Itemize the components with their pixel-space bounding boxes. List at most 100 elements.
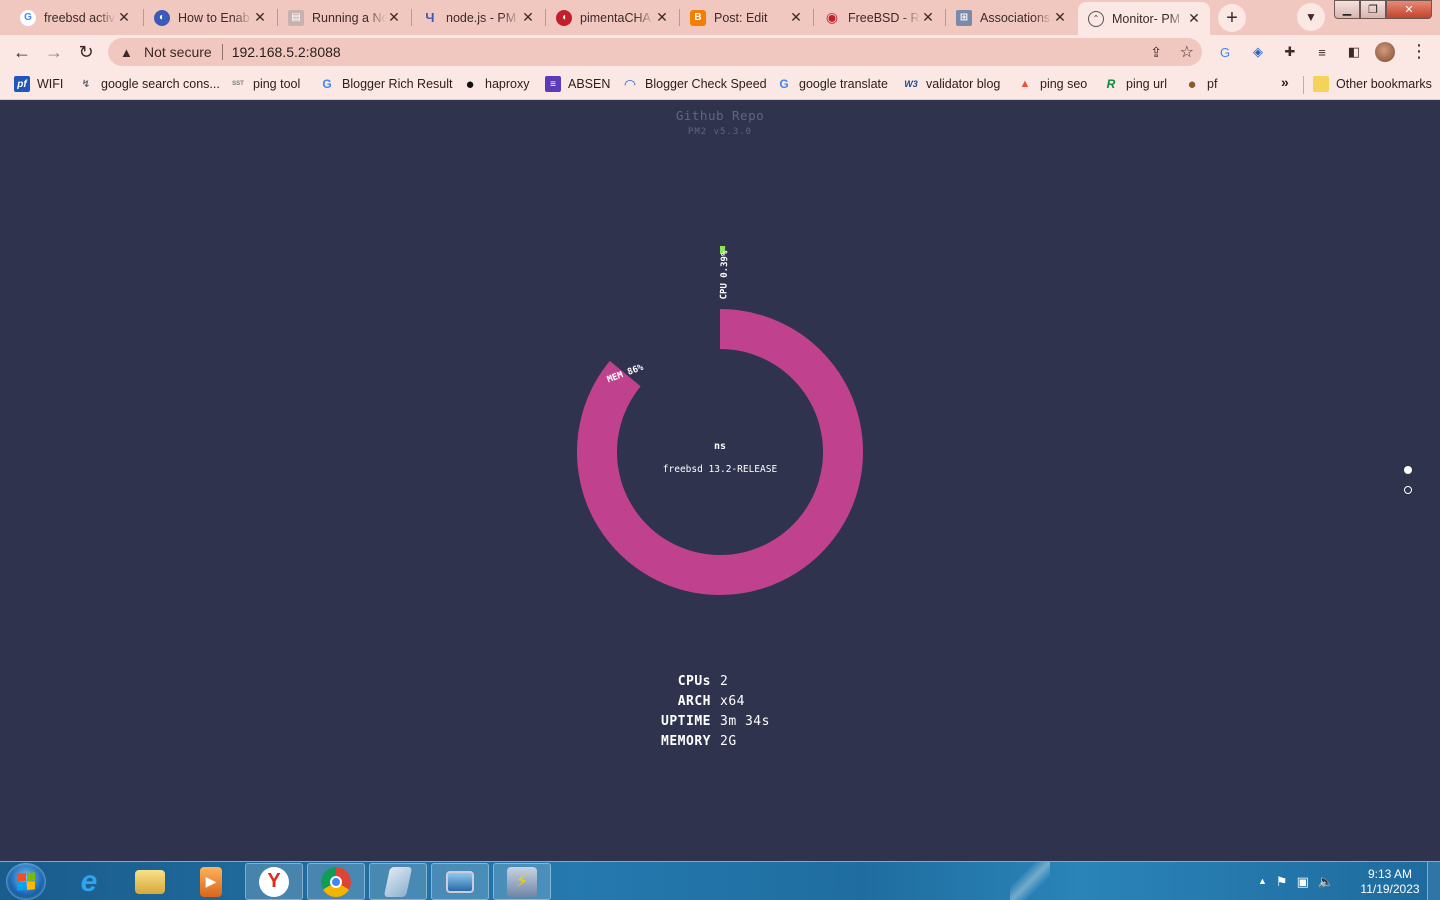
other-bookmarks-folder[interactable]: Other bookmarks (1313, 75, 1432, 93)
google-translate-extension-icon[interactable]: G (1216, 43, 1234, 61)
tab-freebsd-root[interactable]: ◉ FreeBSD - Ro ✕ (814, 2, 944, 33)
close-icon[interactable]: ✕ (1186, 10, 1202, 27)
rocket-icon: ▲ (1019, 78, 1031, 90)
bookmark-label: Blogger Check Speed (645, 77, 767, 91)
network-status-icon[interactable]: ▣ (1297, 874, 1309, 890)
close-icon[interactable]: ✕ (788, 9, 804, 26)
remote-desktop-button[interactable] (431, 863, 489, 900)
plus-icon: + (1226, 6, 1238, 29)
tab-title: FreeBSD - Ro (848, 10, 920, 25)
google-icon: G (322, 77, 332, 91)
translate-icon: G (779, 77, 789, 91)
address-bar[interactable]: ▲ Not secure 192.168.5.2:8088 ⇪ ☆ (108, 38, 1202, 66)
info-value: 3m 34s (720, 714, 770, 729)
action-center-flag-icon[interactable]: ⚑ (1276, 874, 1288, 890)
clock-date: 11/19/2023 (1360, 882, 1420, 896)
profile-avatar[interactable] (1375, 42, 1395, 62)
bookmark-google-search-console[interactable]: ↯ google search cons... (78, 75, 220, 93)
extensions-puzzle-icon[interactable]: ✚ (1281, 43, 1299, 61)
page-dot-active[interactable] (1404, 466, 1412, 474)
close-icon[interactable]: ✕ (920, 9, 936, 26)
close-icon[interactable]: ✕ (1052, 9, 1068, 26)
tab-running-a-node[interactable]: ▤ Running a Nc ✕ (278, 2, 410, 33)
security-label[interactable]: Not secure (144, 44, 212, 60)
notepad-button[interactable] (369, 863, 427, 900)
tab-pimentachat[interactable]: ◖ pimentaCHA ✕ (546, 2, 678, 33)
tab-post-edit[interactable]: B Post: Edit ✕ (680, 2, 812, 33)
bookmark-google-translate[interactable]: G google translate (776, 75, 888, 93)
bookmark-blogger-check-speed[interactable]: ◠ Blogger Check Speed (622, 75, 767, 93)
yandex-browser-button[interactable]: Y (245, 863, 303, 900)
bookmark-pf[interactable]: ● pf (1184, 75, 1217, 93)
url-text[interactable]: 192.168.5.2:8088 (232, 44, 341, 60)
windows-taskbar: e ▶ Y ⚡ ▲ ⚑ ▣ 🔈 9:13 AM 11/19/2023 (0, 861, 1440, 900)
hostname: ns (714, 441, 726, 452)
kebab-menu-icon[interactable]: ⋮ (1410, 41, 1428, 63)
bookmark-wifi[interactable]: pf WIFI (14, 75, 63, 93)
close-icon[interactable]: ✕ (252, 9, 268, 26)
info-key: MEMORY (661, 734, 711, 749)
share-icon[interactable]: ⇪ (1150, 44, 1162, 61)
file-explorer-button[interactable] (121, 863, 179, 900)
yandex-icon: Y (259, 866, 289, 897)
address-divider (221, 44, 223, 60)
close-icon[interactable]: ✕ (654, 9, 670, 26)
bookmark-label: ping url (1126, 77, 1167, 91)
tab-title: Associations (980, 10, 1051, 25)
media-control-icon[interactable]: ≡ (1313, 43, 1331, 61)
tab-search-button[interactable]: ▼ (1297, 3, 1325, 31)
bookmark-ping-seo[interactable]: ▲ ping seo (1017, 75, 1088, 93)
extension-shield-icon[interactable]: ◈ (1249, 43, 1267, 61)
system-tray: ▲ ⚑ ▣ 🔈 (1258, 874, 1334, 890)
chrome-button[interactable] (307, 863, 365, 900)
side-panel-icon[interactable]: ◧ (1345, 43, 1363, 61)
bookmark-validator-blog[interactable]: W3 validator blog (903, 75, 1000, 93)
close-icon[interactable]: ✕ (386, 9, 402, 26)
bookmark-absen[interactable]: ≡ ABSEN (545, 75, 610, 93)
file-explorer-icon (135, 869, 165, 894)
bookmark-ping-url[interactable]: R ping url (1103, 75, 1167, 93)
bookmarks-divider (1303, 76, 1304, 94)
bookmark-ping-tool[interactable]: SST ping tool (230, 75, 300, 93)
media-player-button[interactable]: ▶ (182, 863, 240, 900)
w3c-icon: W3 (904, 79, 918, 89)
internet-explorer-button[interactable]: e (60, 863, 118, 900)
info-row-uptime: UPTIME 3m 34s (600, 712, 840, 732)
tray-expand-icon[interactable]: ▲ (1258, 876, 1267, 890)
bookmark-label: validator blog (926, 77, 1001, 91)
media-player-icon: ▶ (200, 866, 222, 897)
close-icon[interactable]: ✕ (520, 9, 536, 26)
clock-time: 9:13 AM (1367, 867, 1413, 881)
system-info-table: CPUs 2 ARCH x64 UPTIME 3m 34s MEMORY 2G (600, 672, 840, 752)
close-window-button[interactable]: ✕ (1386, 0, 1432, 19)
network-tool-button[interactable]: ⚡ (493, 863, 551, 900)
tab-title: Monitor- PM (1112, 11, 1181, 26)
page-dot-inactive[interactable] (1404, 486, 1412, 494)
tab-nodejs-pm2[interactable]: Ч node.js - PM ✕ (412, 2, 544, 33)
minimize-button[interactable]: ▁ (1334, 0, 1360, 19)
tab-freebsd-activ[interactable]: G freebsd activ ✕ (10, 2, 140, 33)
back-button[interactable]: ← (9, 39, 35, 65)
folder-icon (1313, 76, 1329, 92)
volume-muted-icon[interactable]: 🔈 (1318, 874, 1334, 890)
freebsd-icon: ◉ (825, 9, 839, 25)
bookmark-haproxy[interactable]: ● haproxy (462, 75, 529, 93)
restore-button[interactable]: ❐ (1360, 0, 1386, 19)
bookmark-blogger-rich-result[interactable]: G Blogger Rich Result (319, 75, 452, 93)
tab-how-to-enable[interactable]: ◐ How to Enab ✕ (144, 2, 276, 33)
taskbar-clock[interactable]: 9:13 AM 11/19/2023 (1350, 867, 1430, 897)
forward-button[interactable]: → (41, 39, 67, 65)
tab-title: freebsd activ (44, 10, 115, 25)
info-value: 2 (720, 674, 729, 689)
reload-button[interactable]: ↻ (73, 39, 99, 65)
info-value: 2G (720, 734, 737, 749)
new-tab-button[interactable]: + (1218, 4, 1246, 32)
bookmarks-overflow-button[interactable]: » (1281, 74, 1289, 90)
bookmark-star-icon[interactable]: ☆ (1180, 42, 1194, 62)
start-button[interactable] (6, 863, 46, 900)
close-icon[interactable]: ✕ (116, 9, 132, 26)
tab-monitor-pm2[interactable]: ⌃ Monitor- PM ✕ (1078, 2, 1210, 35)
tab-associations[interactable]: ⊞ Associations ✕ (946, 2, 1076, 33)
show-desktop-button[interactable] (1427, 862, 1440, 900)
warning-icon[interactable]: ▲ (120, 45, 134, 60)
